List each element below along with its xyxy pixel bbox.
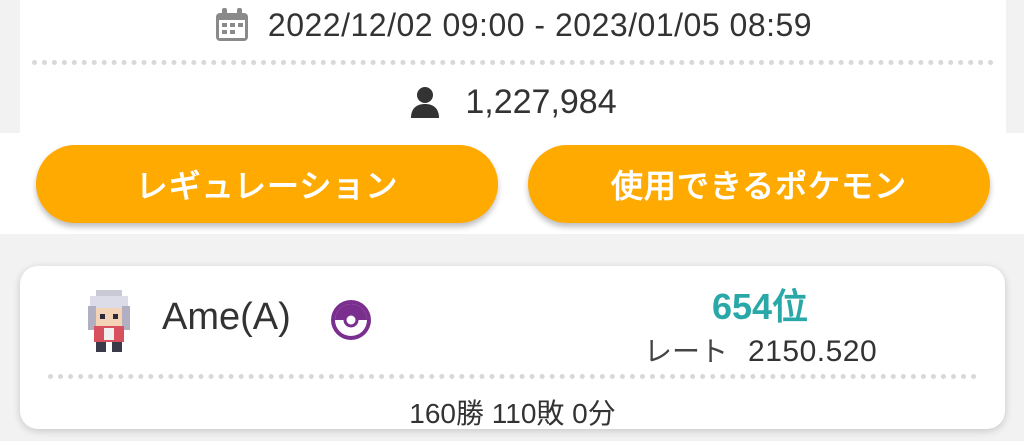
person-icon <box>411 87 440 118</box>
win-loss-record: 160勝 110敗 0分 <box>409 398 616 429</box>
player-name: Ame(A) <box>162 296 291 338</box>
trainer-avatar <box>88 290 130 352</box>
rating-label: レート <box>644 336 729 367</box>
rating-row: レート 2150.520 <box>644 330 877 370</box>
usable-pokemon-button[interactable]: 使用できるポケモン <box>528 145 990 223</box>
season-info-card: 2022/12/02 09:00 - 2023/01/05 08:59 1,22… <box>20 0 1006 133</box>
player-rank: 654位 <box>711 286 809 327</box>
participants-count: 1,227,984 <box>465 82 617 121</box>
divider <box>32 60 994 65</box>
rating-value: 2150.520 <box>748 335 878 368</box>
participants-row: 1,227,984 <box>20 76 1006 128</box>
season-period-text: 2022/12/02 09:00 - 2023/01/05 08:59 <box>267 6 813 43</box>
season-period-row: 2022/12/02 09:00 - 2023/01/05 08:59 <box>20 0 1006 50</box>
master-ball-icon <box>331 300 371 340</box>
player-ranking-card[interactable]: Ame(A) 654位 レート 2150.520 160勝 110敗 0分 <box>20 266 1005 429</box>
calendar-icon <box>215 8 248 41</box>
divider <box>48 374 977 379</box>
regulation-button[interactable]: レギュレーション <box>36 145 498 223</box>
button-bar: レギュレーション 使用できるポケモン <box>0 133 1024 234</box>
